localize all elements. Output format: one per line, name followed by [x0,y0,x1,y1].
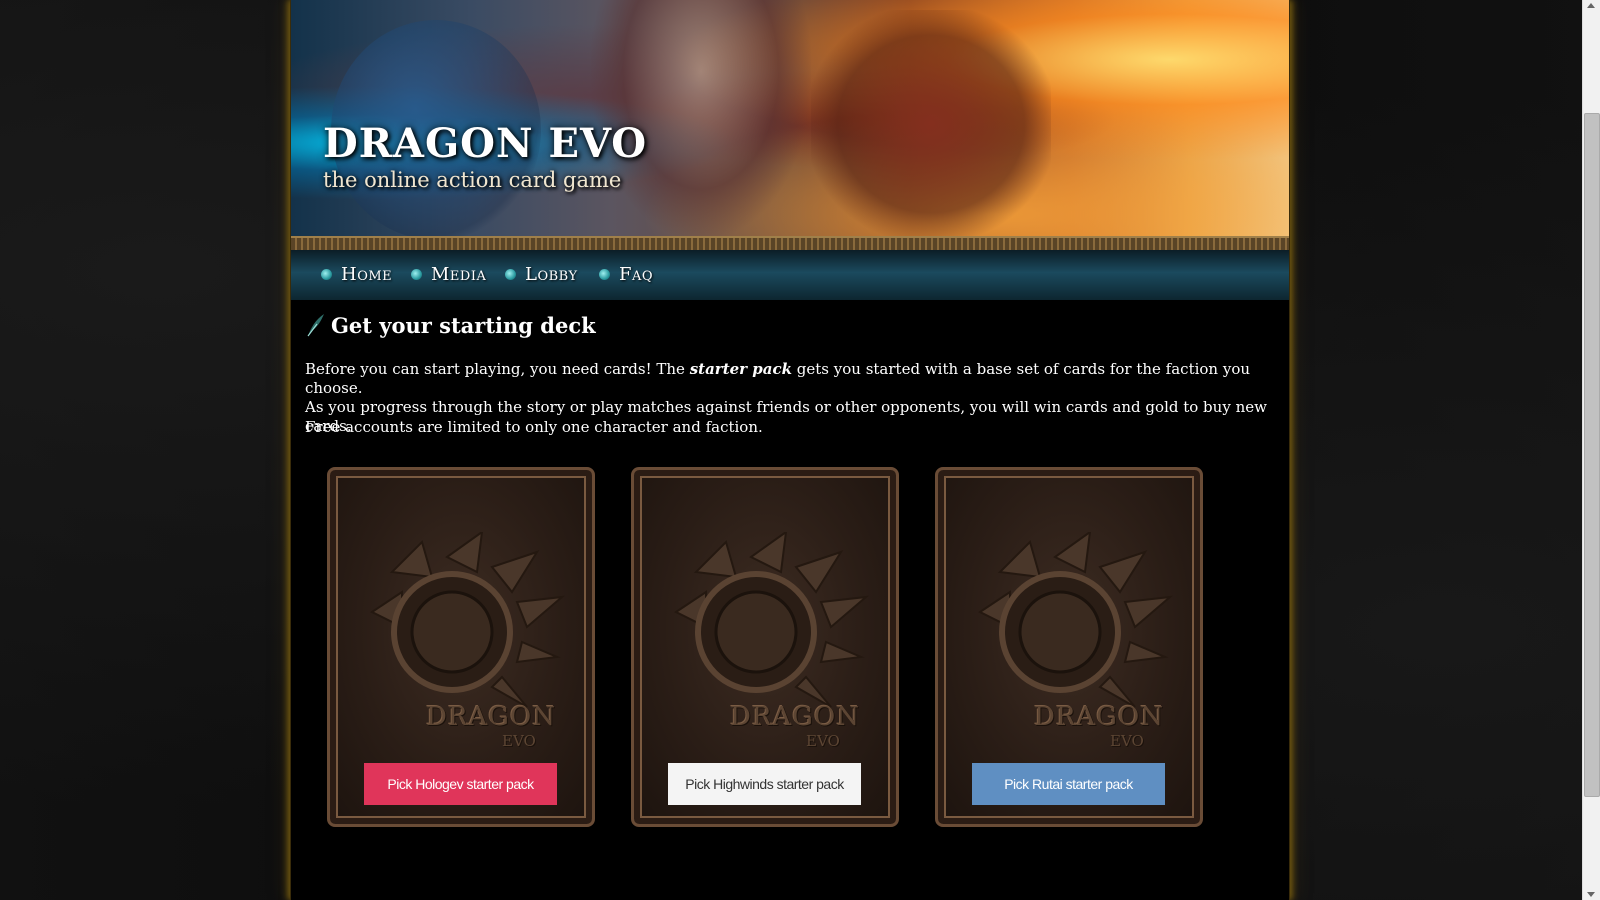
starter-pack-card-highwinds: DRAGON EVO Pick Highwinds starter pack [631,467,899,827]
intro-line1-start: Before you can start playing, you need c… [305,360,690,378]
page-title: Get your starting deck [331,312,596,338]
card-brand-logo: DRAGON [729,702,861,732]
logo-subtitle: the online action card game [323,168,622,192]
vertical-scrollbar[interactable] [1582,0,1600,900]
main-nav: Home Media Lobby Faq [291,250,1289,300]
section-heading: Get your starting deck [305,312,1275,338]
feather-icon [307,314,324,337]
nav-bullet-icon [411,269,422,280]
card-brand-sub: EVO [1110,732,1144,750]
nav-label-home[interactable]: Home [341,264,392,285]
main-content: Get your starting deck Before you can st… [305,312,1275,437]
header-banner: DRAGON EVO the online action card game [291,0,1289,238]
page-frame: DRAGON EVO the online action card game H… [290,0,1290,900]
nav-bullet-icon [321,269,332,280]
nav-item-media[interactable]: Media [411,264,486,285]
starter-pack-card-hologev: DRAGON EVO Pick Hologev starter pack [327,467,595,827]
card-brand-sub: EVO [502,732,536,750]
pick-rutai-button[interactable]: Pick Rutai starter pack [972,763,1165,805]
nav-bullet-icon [505,269,516,280]
starter-pack-emphasis: starter pack [689,360,793,378]
card-brand-sub: EVO [806,732,840,750]
nav-bullet-icon [599,269,610,280]
nav-label-lobby[interactable]: Lobby [525,264,578,285]
scrollbar-thumb[interactable] [1584,113,1600,797]
scroll-down-arrow-icon[interactable] [1587,892,1595,897]
nav-label-media[interactable]: Media [431,264,486,285]
logo-title[interactable]: DRAGON EVO [323,120,647,167]
account-limit-note: Free accounts are limited to only one ch… [305,418,763,436]
pick-highwinds-button[interactable]: Pick Highwinds starter pack [668,763,861,805]
scroll-up-arrow-icon[interactable] [1587,3,1595,8]
card-brand-logo: DRAGON [425,702,557,732]
nav-item-faq[interactable]: Faq [599,264,653,285]
nav-item-lobby[interactable]: Lobby [505,264,578,285]
starter-pack-card-rutai: DRAGON EVO Pick Rutai starter pack [935,467,1203,827]
card-brand-logo: DRAGON [1033,702,1165,732]
banner-art-archer [591,0,811,238]
banner-art-warrior [811,10,1051,238]
pick-hologev-button[interactable]: Pick Hologev starter pack [364,763,557,805]
nav-item-home[interactable]: Home [321,264,392,285]
nav-label-faq[interactable]: Faq [619,264,653,285]
